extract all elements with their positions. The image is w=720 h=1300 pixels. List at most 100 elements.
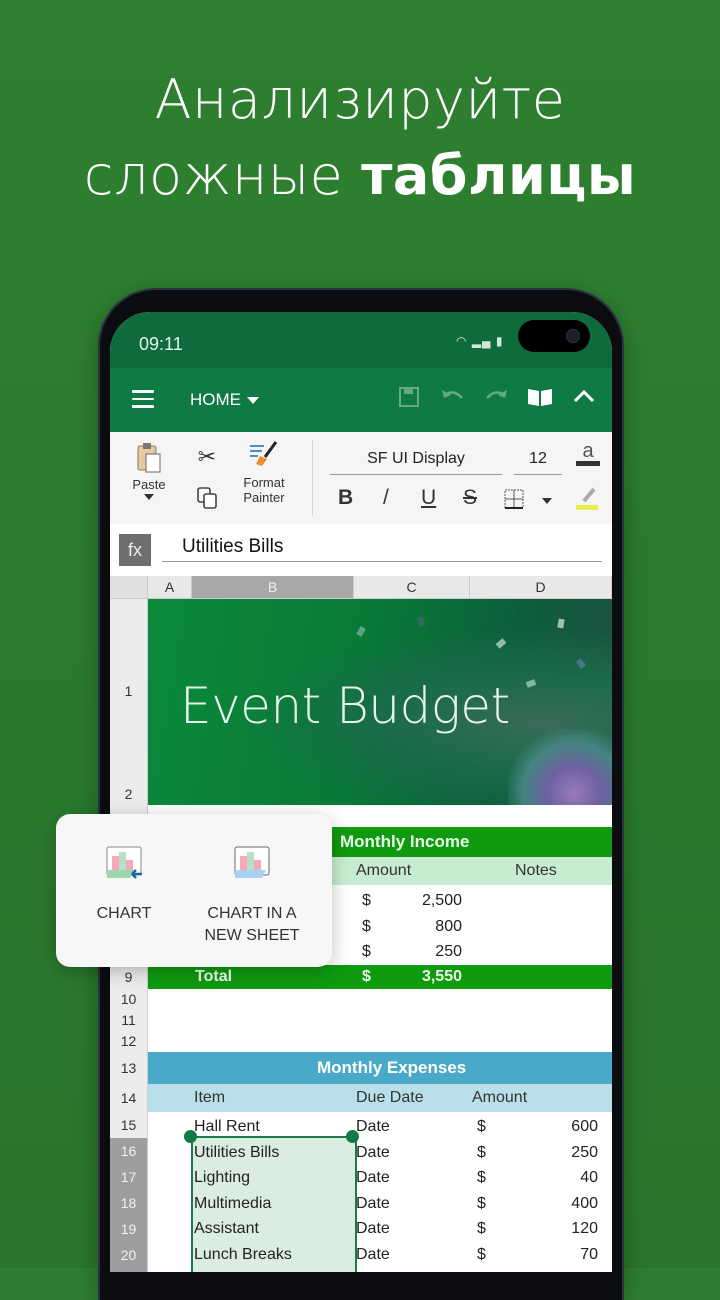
row-header-10[interactable]: 10 xyxy=(110,989,148,1010)
expense-item: Lighting xyxy=(194,1169,251,1186)
battery-icon: ▮ xyxy=(495,334,504,348)
column-headers: A B C D xyxy=(110,576,612,599)
format-painter-button[interactable]: Format Painter xyxy=(232,440,296,505)
copy-icon xyxy=(197,487,217,509)
borders-dropdown-icon[interactable] xyxy=(542,498,552,504)
strikethrough-button[interactable]: S xyxy=(463,486,477,510)
headline-line-2: сложные таблицы xyxy=(0,138,720,214)
cut-button[interactable]: ✂ xyxy=(194,444,220,470)
row-header-12[interactable]: 12 xyxy=(110,1031,148,1052)
expense-currency: $ xyxy=(477,1220,486,1237)
chart-in-new-sheet-option[interactable]: CHART IN A NEW SHEET xyxy=(186,844,318,947)
expense-item: Assistant xyxy=(194,1220,259,1237)
formula-input[interactable]: Utilities Bills xyxy=(162,532,602,562)
format-painter-label-1: Format xyxy=(243,475,285,490)
income-total-currency: $ xyxy=(362,968,371,985)
column-header-b[interactable]: B xyxy=(192,576,354,598)
expenses-title-row: Monthly Expenses xyxy=(148,1052,612,1084)
expense-item: Lunch Breaks xyxy=(194,1246,292,1263)
income-total-label: Total xyxy=(195,968,233,985)
expense-currency: $ xyxy=(477,1169,486,1186)
paste-icon xyxy=(137,443,161,473)
expense-amount: 600 xyxy=(571,1118,598,1135)
read-mode-icon[interactable] xyxy=(526,386,554,414)
column-header-a[interactable]: A xyxy=(148,576,192,598)
chart-new-sheet-label-2: NEW SHEET xyxy=(204,927,300,944)
paste-dropdown-icon[interactable] xyxy=(144,494,154,500)
income-total-row[interactable]: Total $ 3,550 xyxy=(148,965,612,989)
redo-icon[interactable] xyxy=(483,386,509,412)
ribbon-divider xyxy=(312,440,313,516)
expense-currency: $ xyxy=(477,1195,486,1212)
wifi-icon: ◠ xyxy=(456,334,468,348)
caret-down-icon xyxy=(247,397,259,405)
chart-option-label: CHART xyxy=(96,905,152,922)
income-amount: 2,500 xyxy=(421,892,462,909)
event-budget-banner: Event Budget xyxy=(148,599,612,805)
row-header-9[interactable]: 9 xyxy=(110,965,148,989)
expense-amount: 400 xyxy=(571,1195,598,1212)
confetti-decoration xyxy=(525,679,537,688)
expense-currency: $ xyxy=(477,1144,486,1161)
expense-amount: 40 xyxy=(580,1169,598,1186)
row-header-2[interactable]: 2 xyxy=(110,783,148,805)
headline-bold: таблицы xyxy=(361,144,637,207)
row-header-1[interactable]: 1 xyxy=(110,599,148,783)
expense-currency: $ xyxy=(477,1118,486,1135)
row-header-19[interactable]: 19 xyxy=(110,1216,148,1242)
income-currency: $ xyxy=(362,943,371,960)
bold-button[interactable]: B xyxy=(338,486,353,510)
expense-item: Hall Rent xyxy=(194,1118,260,1135)
column-header-c[interactable]: C xyxy=(354,576,470,598)
column-header-d[interactable]: D xyxy=(470,576,612,598)
borders-button[interactable] xyxy=(504,489,524,514)
collapse-ribbon-icon[interactable] xyxy=(572,386,596,412)
chart-icon xyxy=(106,846,142,879)
chart-option[interactable]: CHART xyxy=(80,844,168,925)
crowd-decoration xyxy=(508,729,612,805)
hamburger-menu-icon[interactable] xyxy=(132,390,154,408)
save-icon[interactable] xyxy=(398,386,420,414)
row-header-18[interactable]: 18 xyxy=(110,1190,148,1216)
row-header-14[interactable]: 14 xyxy=(110,1084,148,1112)
row-header-13[interactable]: 13 xyxy=(110,1052,148,1084)
row-header-17[interactable]: 17 xyxy=(110,1164,148,1190)
promo-headline: Анализируйте сложные таблицы xyxy=(0,62,720,214)
insert-chart-popup: CHART CHART IN A NEW SHEET xyxy=(56,814,332,967)
paste-button[interactable]: Paste xyxy=(128,442,170,502)
confetti-decoration xyxy=(356,626,366,637)
ribbon-tab-selector[interactable]: HOME xyxy=(190,390,259,410)
chart-new-sheet-label-1: CHART IN A xyxy=(207,905,297,922)
row-header-15[interactable]: 15 xyxy=(110,1112,148,1138)
confetti-decoration xyxy=(495,638,507,649)
income-title: Monthly Income xyxy=(340,832,470,851)
borders-icon xyxy=(504,489,524,509)
income-amount: 800 xyxy=(435,918,462,935)
copy-button[interactable] xyxy=(194,486,220,513)
banner-title: Event Budget xyxy=(180,677,510,735)
fx-icon[interactable]: fx xyxy=(119,534,151,566)
status-icons: ◠ ▂▄ ▮ xyxy=(456,334,504,348)
font-color-glyph: a xyxy=(582,440,594,462)
income-header-amount: Amount xyxy=(356,862,412,879)
row-header-11[interactable]: 11 xyxy=(110,1010,148,1031)
paste-label: Paste xyxy=(132,477,166,492)
highlight-button[interactable] xyxy=(574,486,600,517)
font-name-select[interactable]: SF UI Display xyxy=(330,446,502,475)
select-all-corner[interactable] xyxy=(110,576,148,598)
italic-button[interactable]: / xyxy=(383,486,389,510)
font-size-select[interactable]: 12 xyxy=(514,446,562,475)
expenses-header-row: Item Due Date Amount xyxy=(148,1084,612,1112)
expense-currency: $ xyxy=(477,1246,486,1263)
undo-icon[interactable] xyxy=(440,386,466,412)
expense-due-date: Date xyxy=(356,1195,390,1212)
status-bar: 09:11 ◠ ▂▄ ▮ xyxy=(110,312,612,368)
headline-regular: сложные xyxy=(83,144,344,207)
highlighter-icon xyxy=(576,487,598,510)
row-header-16[interactable]: 16 xyxy=(110,1138,148,1164)
underline-button[interactable]: U xyxy=(421,486,436,510)
expense-amount: 250 xyxy=(571,1144,598,1161)
formula-bar: fx Utilities Bills xyxy=(110,524,612,576)
font-color-button[interactable]: a xyxy=(576,440,600,466)
expenses-header-due: Due Date xyxy=(356,1089,424,1106)
